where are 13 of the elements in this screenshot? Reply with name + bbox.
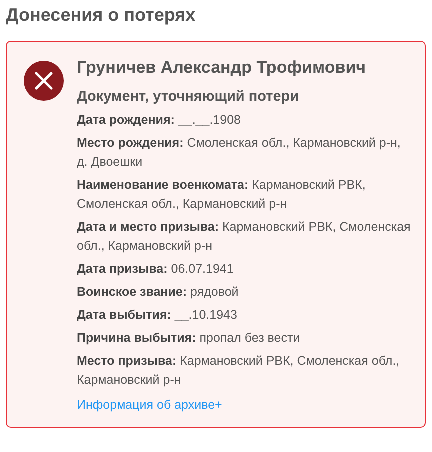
section-heading: Донесения о потерях [6,4,197,26]
document-type: Документ, уточняющий потери [77,88,300,107]
record-field: Наименование военкомата: Кармановский РВК, Смоленская обл., Кармановский р-н [77,176,415,214]
record-field: Дата рождения: __.__.1908 [77,111,415,130]
archive-info-link[interactable]: Информация об архиве+ [77,395,222,415]
record-field: Причина выбытия: пропал без вести [77,329,415,348]
record-field: Дата и место призыва: Кармановский РВК, Смоленская обл., Кармановский р-н [77,218,415,256]
record-field: Воинское звание: рядовой [77,283,415,302]
record-field: Дата призыва: 06.07.1941 [77,260,415,279]
record-field: Место призыва: Кармановский РВК, Смоленская обл., Кармановский р-н [77,352,415,390]
person-name: Груничев Александр Трофимович [77,57,368,79]
record-field: Дата выбытия: __.10.1943 [77,306,415,325]
record-field: Место рождения: Смоленская обл., Кармановский р-н, д. Двоешки [77,134,415,172]
